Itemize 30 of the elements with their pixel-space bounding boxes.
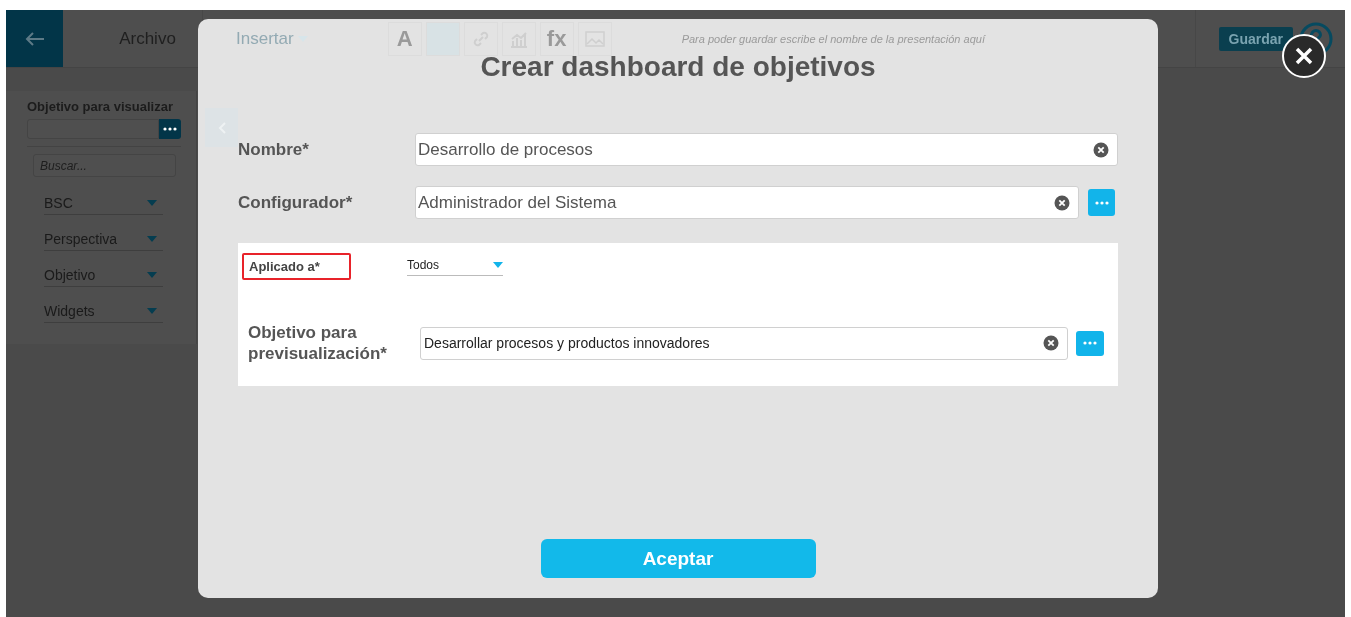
field-label: Objetivo para previsualización* bbox=[248, 322, 388, 364]
back-arrow-icon bbox=[24, 30, 45, 47]
dots-icon bbox=[1094, 200, 1109, 205]
dropdown-arrow-icon bbox=[147, 271, 157, 278]
field-label: Aplicado a* bbox=[242, 253, 351, 280]
accept-button[interactable]: Aceptar bbox=[540, 539, 816, 578]
dots-icon bbox=[163, 127, 177, 131]
dropdown-arrow-icon bbox=[147, 235, 157, 242]
applied-to-dropdown[interactable]: Todos bbox=[407, 257, 503, 276]
save-button[interactable]: Guardar bbox=[1218, 26, 1293, 51]
field-label: Configurador* bbox=[238, 192, 354, 213]
clear-icon[interactable] bbox=[1054, 194, 1070, 211]
field-label: Nombre* bbox=[238, 139, 310, 160]
dropdown-arrow-icon bbox=[147, 199, 157, 206]
clear-icon[interactable] bbox=[1093, 141, 1109, 158]
dropdown-arrow-icon bbox=[147, 307, 157, 314]
clear-icon[interactable] bbox=[1043, 335, 1059, 351]
presentation-name-field[interactable]: Para poder guardar escribe el nombre de la presentación aquí bbox=[681, 30, 1012, 47]
back-button[interactable] bbox=[6, 10, 63, 67]
close-icon bbox=[1294, 46, 1314, 66]
input-field[interactable]: Desarrollo de procesos bbox=[415, 133, 1118, 166]
more-options-button[interactable] bbox=[159, 119, 181, 139]
objective-field[interactable] bbox=[27, 119, 159, 139]
input-field[interactable]: Administrador del Sistema bbox=[415, 186, 1079, 219]
input-field[interactable]: Desarrollar procesos y productos innovadores bbox=[420, 326, 1068, 360]
formula-tool-button[interactable]: fx bbox=[539, 21, 574, 56]
dropdown-arrow-icon bbox=[493, 261, 503, 268]
insert-menu[interactable]: Insertar bbox=[236, 28, 308, 49]
dots-icon bbox=[1083, 341, 1097, 345]
text-tool-button[interactable]: A bbox=[387, 21, 422, 56]
